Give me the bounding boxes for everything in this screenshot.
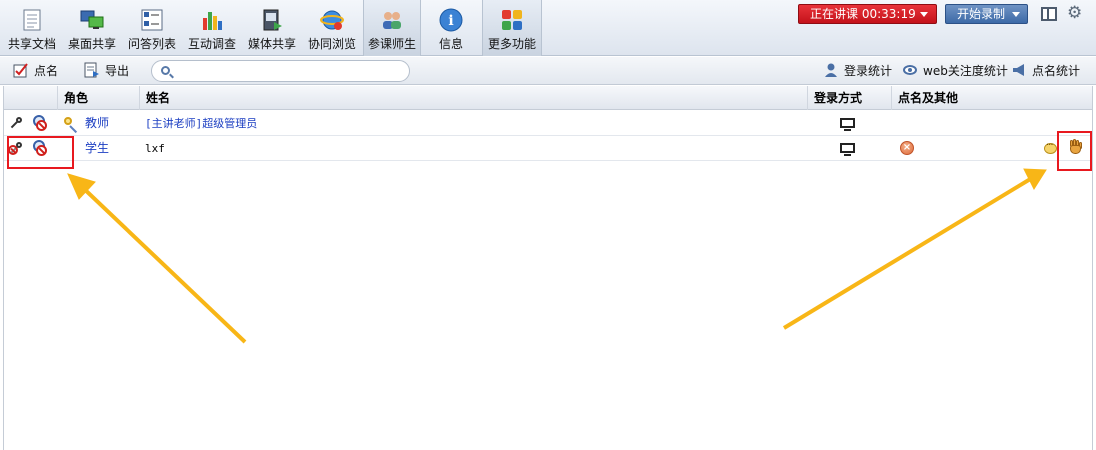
qa-list-icon [140,8,164,32]
search-input[interactable] [178,63,398,79]
checkbox-pen-icon [13,62,29,78]
column-header-rollcall[interactable]: 点名及其他 [891,86,1092,110]
survey-label: 互动调查 [187,37,236,51]
svg-text:i: i [448,13,453,29]
web-attention-stats-label: web关注度统计 [923,64,1008,78]
role-cell: 教师 [85,116,110,130]
microphone-icon[interactable] [8,116,24,132]
document-icon [20,8,44,32]
column-header-name[interactable]: 姓名 [139,86,807,110]
shared-docs-button[interactable]: 共享文档 [2,0,62,56]
more-functions-button[interactable]: 更多功能 [482,0,542,56]
more-functions-icon [500,8,524,32]
start-record-button[interactable]: 开始录制 [945,4,1028,24]
participants-label: 参课师生 [367,37,416,51]
name-cell: lxf [145,142,165,155]
monitor-icon [839,116,855,132]
eye-icon [902,62,918,78]
start-record-label: 开始录制 [957,7,1006,21]
roll-call-stats-button[interactable]: 点名统计 [1011,61,1080,81]
participants-icon [380,8,404,32]
main-toolbar: 共享文档 桌面共享 问答列表 互动调查 媒体共享 协同浏览 参课师生 i 信息 … [0,0,1096,56]
megaphone-icon [1011,62,1027,78]
qa-list-label: 问答列表 [127,37,176,51]
shared-docs-label: 共享文档 [7,37,56,51]
export-icon [84,62,100,78]
web-attention-stats-button[interactable]: web关注度统计 [902,61,1008,81]
qa-list-button[interactable]: 问答列表 [124,0,180,56]
chevron-down-icon [1012,12,1020,17]
cancel-icon[interactable]: × [900,141,914,155]
table-row[interactable]: 教师 [主讲老师]超级管理员 [4,111,1092,136]
search-icon [161,66,170,75]
column-header-role[interactable]: 角色 [57,86,139,110]
survey-chart-icon [200,8,224,32]
media-share-icon [260,8,284,32]
participants-button[interactable]: 参课师生 [363,0,421,56]
info-button[interactable]: i 信息 [426,0,476,56]
search-box[interactable] [151,60,410,82]
desktop-share-label: 桌面共享 [67,37,116,51]
live-status-text: 正在讲课 00:33:19 [810,7,916,21]
roll-call-stats-label: 点名统计 [1032,64,1081,78]
annotation-box-left [7,136,74,169]
role-cell: 学生 [85,141,110,155]
desktop-share-icon [80,8,104,32]
co-browse-label: 协同浏览 [307,37,356,51]
participants-toolbar: 点名 导出 登录统计 web关注度统计 点名统计 [0,57,1096,85]
desktop-share-button[interactable]: 桌面共享 [64,0,120,56]
camera-off-icon[interactable] [30,115,47,131]
key-icon [63,116,79,134]
layout-icon[interactable] [1041,7,1057,21]
roll-call-button[interactable]: 点名 [13,61,58,81]
co-browse-button[interactable]: 协同浏览 [304,0,360,56]
monitor-icon [839,141,855,157]
info-icon: i [439,8,463,32]
table-row[interactable]: 学生 lxf × [4,136,1092,161]
chat-icon[interactable] [1044,140,1057,154]
media-share-button[interactable]: 媒体共享 [244,0,300,56]
table-header: 角色 姓名 登录方式 点名及其他 [4,86,1092,110]
chevron-down-icon [920,12,928,17]
annotation-box-right [1057,131,1092,171]
participants-table: 角色 姓名 登录方式 点名及其他 教师 [主讲老师]超级管理员 学生 lxf × [3,86,1093,450]
column-header-login[interactable]: 登录方式 [807,86,891,110]
live-status-button[interactable]: 正在讲课 00:33:19 [798,4,937,24]
more-functions-label: 更多功能 [487,37,536,51]
browser-icon [320,8,344,32]
export-label: 导出 [105,64,130,78]
survey-button[interactable]: 互动调查 [184,0,240,56]
login-stats-label: 登录统计 [844,64,893,78]
gear-icon[interactable]: ⚙ [1067,5,1083,22]
media-share-label: 媒体共享 [247,37,296,51]
info-label: 信息 [438,37,463,51]
roll-call-label: 点名 [34,64,59,78]
user-icon [823,62,839,78]
export-button[interactable]: 导出 [84,61,129,81]
login-stats-button[interactable]: 登录统计 [823,61,892,81]
name-cell: [主讲老师]超级管理员 [145,117,258,130]
